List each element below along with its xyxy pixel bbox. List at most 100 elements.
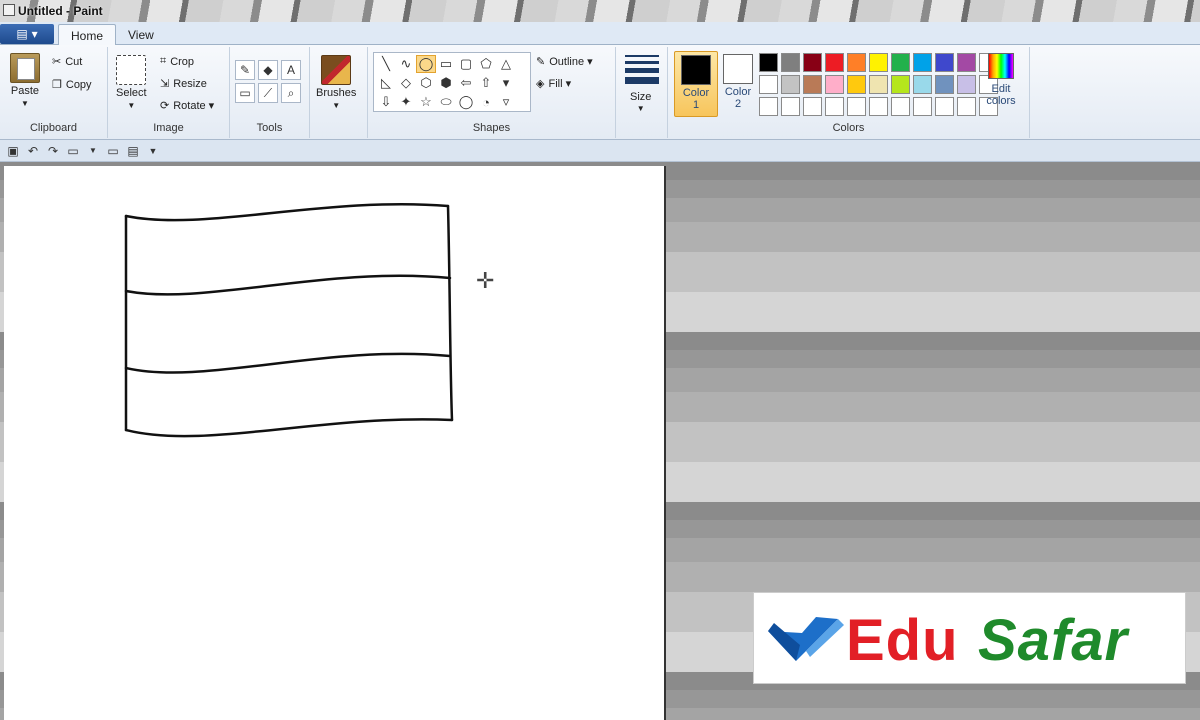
palette-swatch[interactable] bbox=[891, 53, 910, 72]
save-icon[interactable]: ▣ bbox=[6, 144, 20, 158]
palette-swatch[interactable] bbox=[759, 75, 778, 94]
shape-option-2[interactable]: ◯ bbox=[416, 55, 436, 73]
rotate-icon: ⟳ bbox=[160, 100, 170, 112]
menu-icon: ▤ bbox=[16, 27, 28, 41]
palette-swatch[interactable] bbox=[825, 97, 844, 116]
color1-button[interactable]: Color 1 bbox=[674, 51, 718, 117]
selection-icon[interactable]: ▭ bbox=[66, 144, 80, 158]
shape-option-20[interactable]: ▿ bbox=[496, 93, 516, 111]
palette-swatch[interactable] bbox=[825, 53, 844, 72]
shape-option-0[interactable]: ╲ bbox=[376, 55, 396, 73]
shape-option-1[interactable]: ∿ bbox=[396, 55, 416, 73]
shape-option-5[interactable]: ⬠ bbox=[476, 55, 496, 73]
shape-option-18[interactable]: ◯ bbox=[456, 93, 476, 111]
color1-label: Color bbox=[682, 87, 710, 99]
shape-option-19[interactable]: ◔ bbox=[476, 93, 496, 111]
brushes-button[interactable]: Brushes ▼ bbox=[316, 55, 356, 110]
palette-swatch[interactable] bbox=[891, 75, 910, 94]
shape-option-12[interactable]: ⇧ bbox=[476, 74, 496, 92]
shape-option-16[interactable]: ☆ bbox=[416, 93, 436, 111]
cut-button[interactable]: ✂ Cut bbox=[52, 55, 82, 69]
shape-option-14[interactable]: ⇩ bbox=[376, 93, 396, 111]
magnifier-icon[interactable]: ⌕ bbox=[281, 83, 301, 103]
file-menu-label: ▾ bbox=[31, 27, 38, 41]
palette-swatch[interactable] bbox=[913, 75, 932, 94]
size-group: Size ▼ bbox=[616, 47, 668, 138]
shape-option-10[interactable]: ⬢ bbox=[436, 74, 456, 92]
paste-label: Paste bbox=[10, 85, 40, 97]
palette-swatch[interactable] bbox=[781, 53, 800, 72]
customize-chevron-icon[interactable]: ▼ bbox=[146, 144, 160, 158]
palette-swatch[interactable] bbox=[891, 97, 910, 116]
tab-view[interactable]: View bbox=[116, 24, 166, 45]
palette-swatch[interactable] bbox=[847, 75, 866, 94]
color2-button[interactable]: Color 2 bbox=[716, 51, 760, 117]
palette-swatch[interactable] bbox=[803, 97, 822, 116]
palette-swatch[interactable] bbox=[847, 53, 866, 72]
tab-home[interactable]: Home bbox=[58, 24, 117, 45]
palette-swatch[interactable] bbox=[869, 75, 888, 94]
rotate-button[interactable]: ⟳ Rotate ▾ bbox=[160, 99, 214, 112]
shape-option-11[interactable]: ⇦ bbox=[456, 74, 476, 92]
shapes-grid: ╲ ∿ ◯ ▭ ▢ ⬠ △ ◺ ◇ ⬡ ⬢ ⇦ ⇧ ▾ ⇩ ✦ ☆ ⬭ ◯ ◔ ▿ bbox=[376, 55, 516, 111]
shape-option-9[interactable]: ⬡ bbox=[416, 74, 436, 92]
tab-strip: ▤ ▾ Home View bbox=[0, 22, 1200, 45]
undo-icon[interactable]: ↶ bbox=[26, 144, 40, 158]
palette-swatch[interactable] bbox=[913, 53, 932, 72]
palette-swatch[interactable] bbox=[759, 53, 778, 72]
size-button[interactable] bbox=[625, 55, 659, 88]
line-thickest-icon bbox=[625, 77, 659, 84]
palette-swatch[interactable] bbox=[803, 53, 822, 72]
palette-swatch[interactable] bbox=[957, 75, 976, 94]
palette-swatch[interactable] bbox=[759, 97, 778, 116]
crop-icon[interactable]: ▭ bbox=[106, 144, 120, 158]
outline-button[interactable]: ✎ Outline ▾ bbox=[536, 55, 593, 68]
selection-rectangle-icon bbox=[116, 55, 147, 85]
resize-button[interactable]: ⇲ Resize bbox=[160, 77, 207, 91]
palette-swatch[interactable] bbox=[869, 97, 888, 116]
pencil-icon[interactable]: ✎ bbox=[235, 60, 255, 80]
palette-swatch[interactable] bbox=[825, 75, 844, 94]
size-label-button[interactable]: Size ▼ bbox=[630, 91, 651, 113]
color-picker-icon[interactable]: ⟋ bbox=[258, 83, 278, 103]
chevron-down-icon[interactable]: ▼ bbox=[86, 144, 100, 158]
paste-icon bbox=[10, 53, 40, 83]
file-menu-button[interactable]: ▤ ▾ bbox=[0, 24, 54, 44]
shape-option-4[interactable]: ▢ bbox=[456, 55, 476, 73]
palette-swatch[interactable] bbox=[935, 75, 954, 94]
redo-icon[interactable]: ↷ bbox=[46, 144, 60, 158]
shape-option-17[interactable]: ⬭ bbox=[436, 93, 456, 111]
palette-swatch[interactable] bbox=[803, 75, 822, 94]
palette-swatch[interactable] bbox=[781, 75, 800, 94]
copy-button[interactable]: ❐ Copy bbox=[52, 78, 92, 92]
fill-button[interactable]: ◈ Fill ▾ bbox=[536, 77, 571, 90]
palette-swatch[interactable] bbox=[913, 97, 932, 116]
drawing-canvas[interactable] bbox=[4, 166, 666, 720]
palette-swatch[interactable] bbox=[935, 53, 954, 72]
shape-option-13[interactable]: ▾ bbox=[496, 74, 516, 92]
shape-option-15[interactable]: ✦ bbox=[396, 93, 416, 111]
crop-button[interactable]: ⌗ Crop bbox=[160, 55, 194, 68]
edit-colors-button[interactable]: Edit colors bbox=[985, 53, 1017, 107]
palette-swatch[interactable] bbox=[781, 97, 800, 116]
palette-swatch[interactable] bbox=[847, 97, 866, 116]
select-button[interactable]: Select ▼ bbox=[116, 55, 147, 110]
properties-icon[interactable]: ▤ bbox=[126, 144, 140, 158]
palette-swatch[interactable] bbox=[957, 53, 976, 72]
palette-swatch[interactable] bbox=[935, 97, 954, 116]
shape-option-3[interactable]: ▭ bbox=[436, 55, 456, 73]
edusafar-logo: Edu Safar bbox=[753, 592, 1186, 684]
shape-option-7[interactable]: ◺ bbox=[376, 74, 396, 92]
shape-option-8[interactable]: ◇ bbox=[396, 74, 416, 92]
palette-swatch[interactable] bbox=[869, 53, 888, 72]
paste-button[interactable]: Paste ▼ bbox=[10, 53, 40, 108]
shape-option-6[interactable]: △ bbox=[496, 55, 516, 73]
fill-bucket-icon[interactable]: ◆ bbox=[258, 60, 278, 80]
text-tool-icon[interactable]: A bbox=[281, 60, 301, 80]
chevron-down-icon: ▼ bbox=[127, 101, 136, 110]
tools-group: ✎ ◆ A ▭ ⟋ ⌕ Tools bbox=[230, 47, 310, 138]
tools-group-label: Tools bbox=[256, 122, 283, 134]
eraser-icon[interactable]: ▭ bbox=[235, 83, 255, 103]
palette-swatch[interactable] bbox=[957, 97, 976, 116]
image-group-label: Image bbox=[153, 122, 184, 134]
